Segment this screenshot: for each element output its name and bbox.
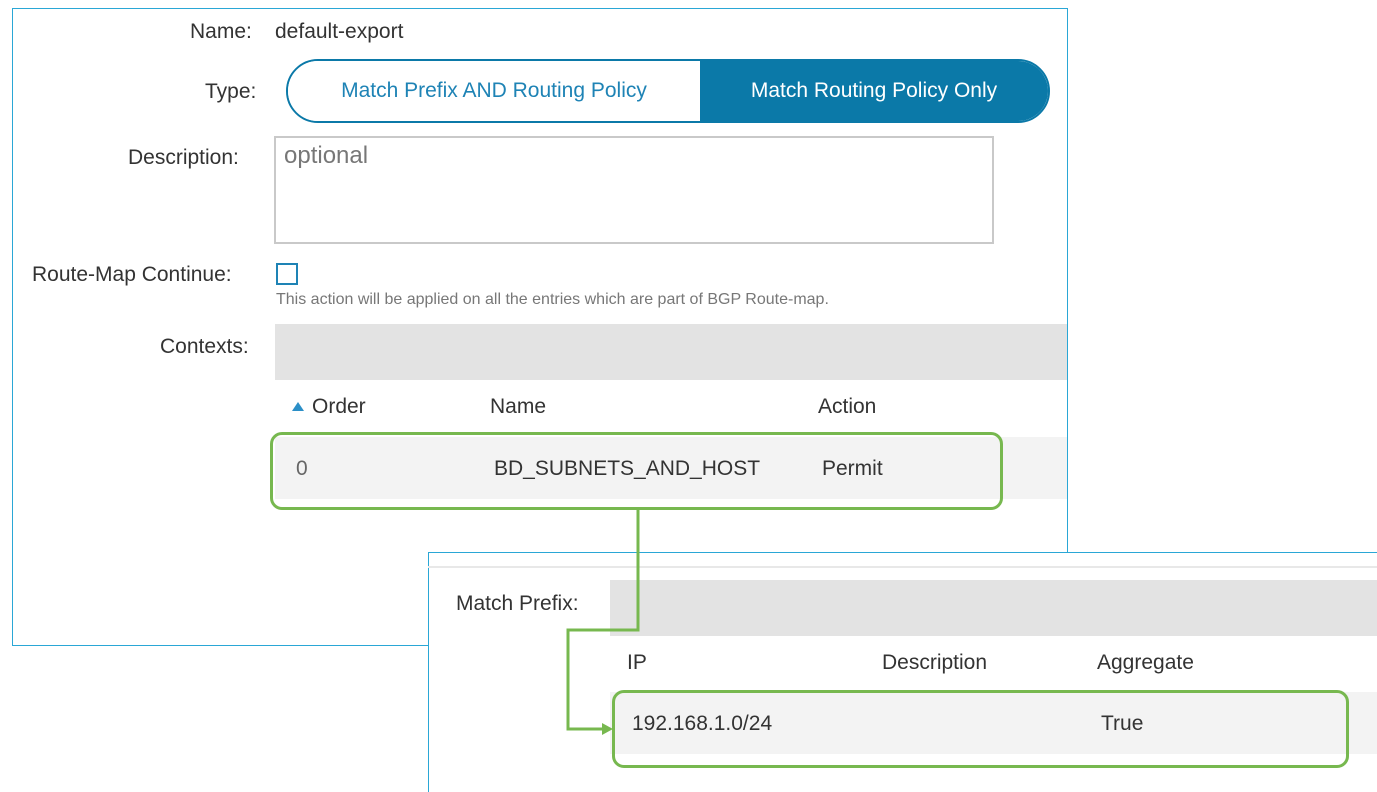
- divider: [428, 566, 1377, 568]
- action-column-header[interactable]: Action: [818, 395, 876, 419]
- aggregate-column-header[interactable]: Aggregate: [1097, 651, 1194, 675]
- route-map-continue-checkbox[interactable]: [276, 263, 298, 285]
- match-prefix-toolbar: [610, 580, 1377, 636]
- type-option-match-prefix-and-routing-policy[interactable]: Match Prefix AND Routing Policy: [288, 61, 700, 121]
- type-segmented-control: Match Prefix AND Routing Policy Match Ro…: [286, 59, 1050, 123]
- description-input[interactable]: optional: [274, 136, 994, 244]
- description-column-header[interactable]: Description: [882, 651, 987, 675]
- type-option-match-routing-policy-only[interactable]: Match Routing Policy Only: [700, 61, 1048, 121]
- type-label: Type:: [205, 80, 257, 103]
- context-row-highlight: [270, 432, 1003, 510]
- ip-column-header[interactable]: IP: [627, 651, 647, 675]
- contexts-toolbar: [275, 324, 1067, 380]
- name-label: Name:: [190, 20, 252, 43]
- match-prefix-label: Match Prefix:: [456, 592, 579, 615]
- prefix-row-highlight: [612, 690, 1349, 768]
- name-column-header[interactable]: Name: [490, 395, 546, 419]
- route-map-continue-hint: This action will be applied on all the e…: [276, 291, 829, 308]
- name-value: default-export: [275, 20, 404, 43]
- sort-ascending-icon: [292, 402, 304, 411]
- route-map-continue-label: Route-Map Continue:: [32, 263, 232, 286]
- description-label: Description:: [128, 146, 239, 169]
- contexts-label: Contexts:: [160, 335, 249, 358]
- order-column-header[interactable]: Order: [292, 395, 366, 419]
